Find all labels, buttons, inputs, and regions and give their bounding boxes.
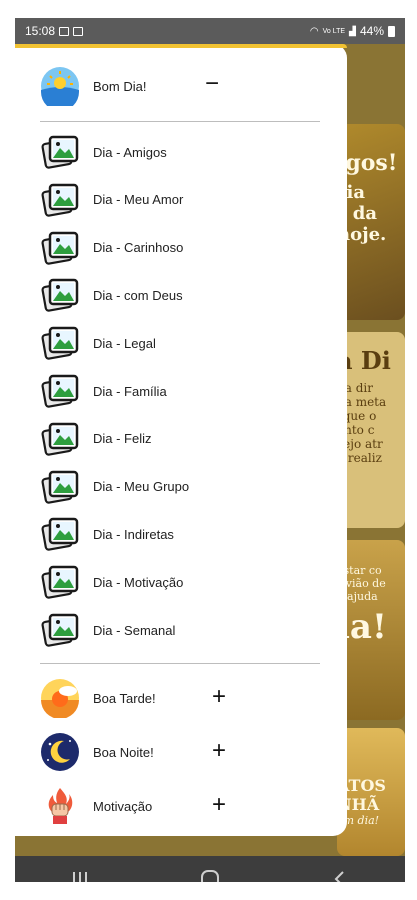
system-nav-bar (15, 856, 405, 882)
menu-item-sub[interactable]: Dia - Legal (40, 319, 156, 367)
expand-plus-icon[interactable]: + (212, 739, 226, 763)
status-time: 15:08 (25, 24, 56, 38)
back-chevron-icon (334, 871, 344, 882)
bg-card-2-line: sejo atr (337, 437, 383, 451)
bg-card-1-line: r da (337, 203, 377, 224)
bg-card-4-line: NHÃ (337, 795, 380, 814)
image-gallery-icon (41, 422, 79, 456)
menu-item-label: Boa Noite! (93, 744, 154, 760)
bg-card-1[interactable]: igos! ria r da hoje. (337, 124, 405, 320)
sunset-icon (41, 679, 79, 718)
image-gallery-icon (41, 279, 79, 313)
signal-icon: ▟ (349, 25, 356, 36)
bg-card-2-line: rque o (337, 409, 377, 423)
gallery-notification-icon (59, 26, 70, 36)
menu-item-label: Dia - Família (93, 383, 167, 399)
battery-percent: 44% (359, 24, 384, 38)
menu-item-label: Dia - Semanal (93, 622, 176, 638)
image-gallery-icon (41, 565, 79, 599)
wifi-icon: ◠ (309, 25, 319, 37)
menu-item-label: Dia - Motivação (93, 574, 184, 590)
menu-item-label: Dia - Amigos (93, 144, 167, 160)
bg-card-3-line: estar co (337, 564, 382, 577)
menu-item-label: Dia - Meu Grupo (93, 479, 190, 495)
bg-card-2-line: e realiz (337, 451, 382, 465)
menu-item-sub[interactable]: Dia - com Deus (40, 271, 183, 319)
home-button[interactable] (180, 859, 240, 882)
collapse-minus-icon[interactable]: − (205, 72, 219, 96)
bg-card-3-line: rivião de (337, 577, 386, 590)
bg-card-2-line: ua meta (337, 395, 387, 409)
recent-apps-button[interactable] (50, 859, 110, 882)
menu-item-sub[interactable]: Dia - Carinhoso (40, 224, 183, 272)
moon-icon (41, 733, 79, 771)
bg-card-2[interactable]: a Di na dir ua meta rque o ento c sejo a… (337, 332, 405, 528)
menu-item-motivacao[interactable]: Motivação (40, 782, 152, 830)
image-gallery-icon (41, 613, 79, 647)
menu-item-label: Dia - Legal (93, 335, 156, 351)
menu-item-sub[interactable]: Dia - Feliz (40, 415, 152, 463)
bg-card-4[interactable]: ATOS NHÃ om dia! (337, 728, 405, 856)
image-gallery-icon (41, 135, 79, 169)
expand-plus-icon[interactable]: + (212, 793, 226, 817)
menu-item-label: Bom Dia! (93, 78, 147, 94)
phone-screen: 15:08 ◠ Vo LTE ▟ 44% igos! ria r da hoje… (15, 18, 405, 882)
image-gallery-icon (41, 374, 79, 408)
menu-item-sub[interactable]: Dia - Amigos (40, 128, 167, 176)
menu-item-label: Motivação (93, 798, 153, 814)
image-gallery-icon (41, 326, 79, 360)
bg-card-4-line: ATOS (337, 776, 386, 795)
drawer-accent-bar (15, 44, 347, 48)
menu-item-boa-tarde[interactable]: Boa Tarde! (40, 674, 156, 722)
menu-item-sub[interactable]: Dia - Indiretas (40, 510, 174, 558)
menu-item-sub[interactable]: Dia - Semanal (40, 606, 175, 654)
status-bar: 15:08 ◠ Vo LTE ▟ 44% (15, 18, 405, 44)
image-gallery-icon (41, 518, 79, 552)
bg-card-2-line: na dir (337, 381, 373, 395)
bg-card-3[interactable]: estar co rivião de a ajuda ia! (337, 540, 405, 720)
divider (40, 663, 320, 664)
image-gallery-icon (41, 470, 79, 504)
navigation-drawer: Bom Dia! − Dia - Amigos Dia - Meu Amor Dia… (15, 44, 347, 836)
recent-apps-icon (73, 872, 87, 882)
bg-card-1-line: ria (337, 182, 365, 203)
menu-item-label: Boa Tarde! (93, 690, 156, 706)
image-gallery-icon (41, 231, 79, 265)
menu-item-label: Dia - com Deus (93, 287, 183, 303)
message-notification-icon (73, 26, 84, 36)
menu-item-label: Dia - Indiretas (93, 526, 174, 542)
menu-item-sub[interactable]: Dia - Meu Amor (40, 176, 183, 224)
menu-item-sub[interactable]: Dia - Família (40, 367, 167, 415)
back-button[interactable] (310, 859, 370, 882)
bg-card-2-line: a Di (337, 346, 391, 375)
menu-item-boa-noite[interactable]: Boa Noite! (40, 728, 154, 776)
bg-card-4-line: om dia! (337, 814, 380, 827)
menu-item-sub[interactable]: Dia - Meu Grupo (40, 463, 189, 511)
bg-card-1-line: hoje. (337, 224, 387, 245)
menu-item-label: Dia - Feliz (93, 431, 152, 447)
bg-card-3-line: ia! (337, 607, 387, 647)
menu-item-bom-dia[interactable]: Bom Dia! (40, 62, 146, 110)
bg-card-1-line: igos! (337, 150, 398, 176)
menu-item-label: Dia - Carinhoso (93, 240, 184, 256)
fist-fire-icon (48, 788, 73, 824)
battery-icon (388, 25, 395, 37)
home-icon (201, 870, 219, 882)
menu-item-sub[interactable]: Dia - Motivação (40, 558, 183, 606)
bg-card-2-line: ento c (337, 423, 375, 437)
divider (40, 121, 320, 122)
expand-plus-icon[interactable]: + (212, 685, 226, 709)
bg-card-3-line: a ajuda (337, 590, 378, 603)
image-gallery-icon (41, 183, 79, 217)
sun-sea-icon (41, 67, 79, 106)
signal-text: Vo LTE (322, 27, 346, 35)
menu-item-label: Dia - Meu Amor (93, 192, 184, 208)
